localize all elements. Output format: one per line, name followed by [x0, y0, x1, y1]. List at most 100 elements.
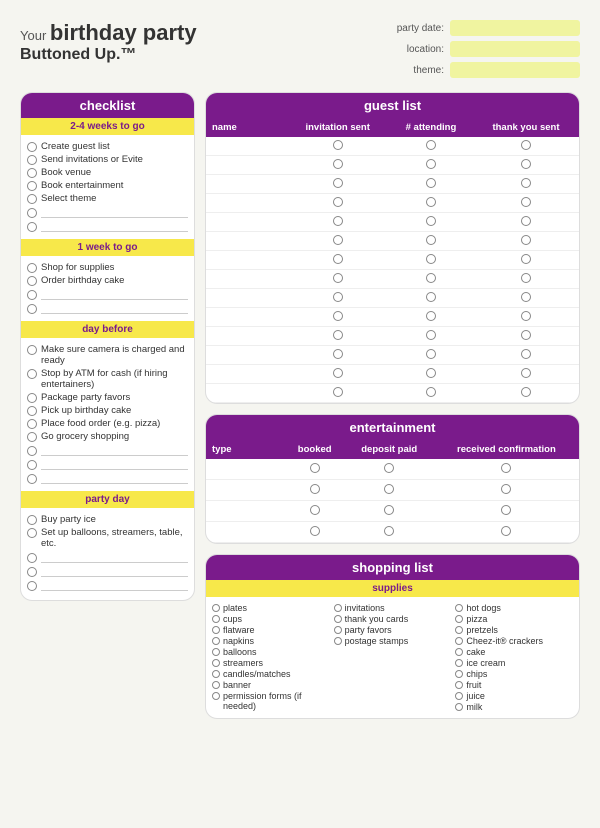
- checkbox[interactable]: [212, 670, 220, 678]
- checkbox[interactable]: [333, 330, 343, 340]
- checkbox[interactable]: [27, 304, 37, 314]
- checkbox[interactable]: [212, 626, 220, 634]
- checkbox[interactable]: [455, 670, 463, 678]
- checkbox[interactable]: [521, 178, 531, 188]
- checkbox[interactable]: [521, 349, 531, 359]
- checkbox[interactable]: [521, 159, 531, 169]
- checkbox[interactable]: [212, 648, 220, 656]
- checkbox[interactable]: [333, 197, 343, 207]
- checkbox[interactable]: [384, 484, 394, 494]
- checkbox[interactable]: [27, 446, 37, 456]
- checkbox[interactable]: [426, 140, 436, 150]
- checkbox[interactable]: [310, 484, 320, 494]
- checkbox[interactable]: [501, 484, 511, 494]
- checkbox[interactable]: [455, 637, 463, 645]
- checkbox[interactable]: [426, 368, 436, 378]
- checkbox[interactable]: [426, 216, 436, 226]
- checkbox[interactable]: [333, 178, 343, 188]
- checkbox[interactable]: [426, 349, 436, 359]
- checkbox[interactable]: [333, 273, 343, 283]
- checkbox[interactable]: [501, 463, 511, 473]
- party-date-input[interactable]: [450, 20, 580, 36]
- checkbox[interactable]: [27, 194, 37, 204]
- checkbox[interactable]: [426, 159, 436, 169]
- checkbox[interactable]: [384, 505, 394, 515]
- checkbox[interactable]: [426, 178, 436, 188]
- checkbox[interactable]: [27, 515, 37, 525]
- checkbox[interactable]: [521, 197, 531, 207]
- checkbox[interactable]: [27, 528, 37, 538]
- checkbox[interactable]: [27, 345, 37, 355]
- checkbox[interactable]: [521, 140, 531, 150]
- checkbox[interactable]: [212, 615, 220, 623]
- checkbox[interactable]: [333, 368, 343, 378]
- checkbox[interactable]: [212, 681, 220, 689]
- checkbox[interactable]: [384, 463, 394, 473]
- checkbox[interactable]: [212, 604, 220, 612]
- location-input[interactable]: [450, 41, 580, 57]
- checkbox[interactable]: [334, 615, 342, 623]
- checkbox[interactable]: [333, 140, 343, 150]
- checkbox[interactable]: [27, 393, 37, 403]
- checkbox[interactable]: [27, 474, 37, 484]
- checkbox[interactable]: [27, 142, 37, 152]
- checkbox[interactable]: [27, 406, 37, 416]
- checkbox[interactable]: [521, 254, 531, 264]
- checkbox[interactable]: [333, 216, 343, 226]
- checkbox[interactable]: [334, 637, 342, 645]
- checkbox[interactable]: [212, 637, 220, 645]
- checkbox[interactable]: [426, 254, 436, 264]
- checkbox[interactable]: [310, 463, 320, 473]
- checkbox[interactable]: [334, 604, 342, 612]
- checkbox[interactable]: [426, 311, 436, 321]
- checkbox[interactable]: [426, 273, 436, 283]
- checkbox[interactable]: [521, 368, 531, 378]
- checkbox[interactable]: [27, 419, 37, 429]
- checkbox[interactable]: [333, 387, 343, 397]
- checkbox[interactable]: [27, 553, 37, 563]
- checkbox[interactable]: [27, 581, 37, 591]
- checkbox[interactable]: [27, 290, 37, 300]
- checkbox[interactable]: [27, 168, 37, 178]
- checkbox[interactable]: [27, 263, 37, 273]
- checkbox[interactable]: [521, 292, 531, 302]
- checkbox[interactable]: [27, 369, 37, 379]
- checkbox[interactable]: [333, 254, 343, 264]
- checkbox[interactable]: [521, 216, 531, 226]
- checkbox[interactable]: [521, 235, 531, 245]
- checkbox[interactable]: [455, 692, 463, 700]
- checkbox[interactable]: [501, 505, 511, 515]
- checkbox[interactable]: [455, 659, 463, 667]
- checkbox[interactable]: [333, 349, 343, 359]
- checkbox[interactable]: [426, 235, 436, 245]
- checkbox[interactable]: [521, 311, 531, 321]
- checkbox[interactable]: [27, 181, 37, 191]
- checkbox[interactable]: [455, 703, 463, 711]
- checkbox[interactable]: [501, 526, 511, 536]
- checkbox[interactable]: [455, 681, 463, 689]
- checkbox[interactable]: [333, 159, 343, 169]
- checkbox[interactable]: [212, 692, 220, 700]
- checkbox[interactable]: [310, 505, 320, 515]
- checkbox[interactable]: [521, 387, 531, 397]
- checkbox[interactable]: [27, 155, 37, 165]
- checkbox[interactable]: [27, 432, 37, 442]
- checkbox[interactable]: [426, 330, 436, 340]
- checkbox[interactable]: [426, 387, 436, 397]
- checkbox[interactable]: [27, 460, 37, 470]
- checkbox[interactable]: [455, 604, 463, 612]
- checkbox[interactable]: [27, 208, 37, 218]
- checkbox[interactable]: [27, 567, 37, 577]
- checkbox[interactable]: [212, 659, 220, 667]
- checkbox[interactable]: [310, 526, 320, 536]
- checkbox[interactable]: [384, 526, 394, 536]
- checkbox[interactable]: [27, 222, 37, 232]
- checkbox[interactable]: [521, 273, 531, 283]
- checkbox[interactable]: [426, 197, 436, 207]
- checkbox[interactable]: [27, 276, 37, 286]
- checkbox[interactable]: [333, 311, 343, 321]
- checkbox[interactable]: [334, 626, 342, 634]
- checkbox[interactable]: [455, 615, 463, 623]
- theme-input[interactable]: [450, 62, 580, 78]
- checkbox[interactable]: [455, 648, 463, 656]
